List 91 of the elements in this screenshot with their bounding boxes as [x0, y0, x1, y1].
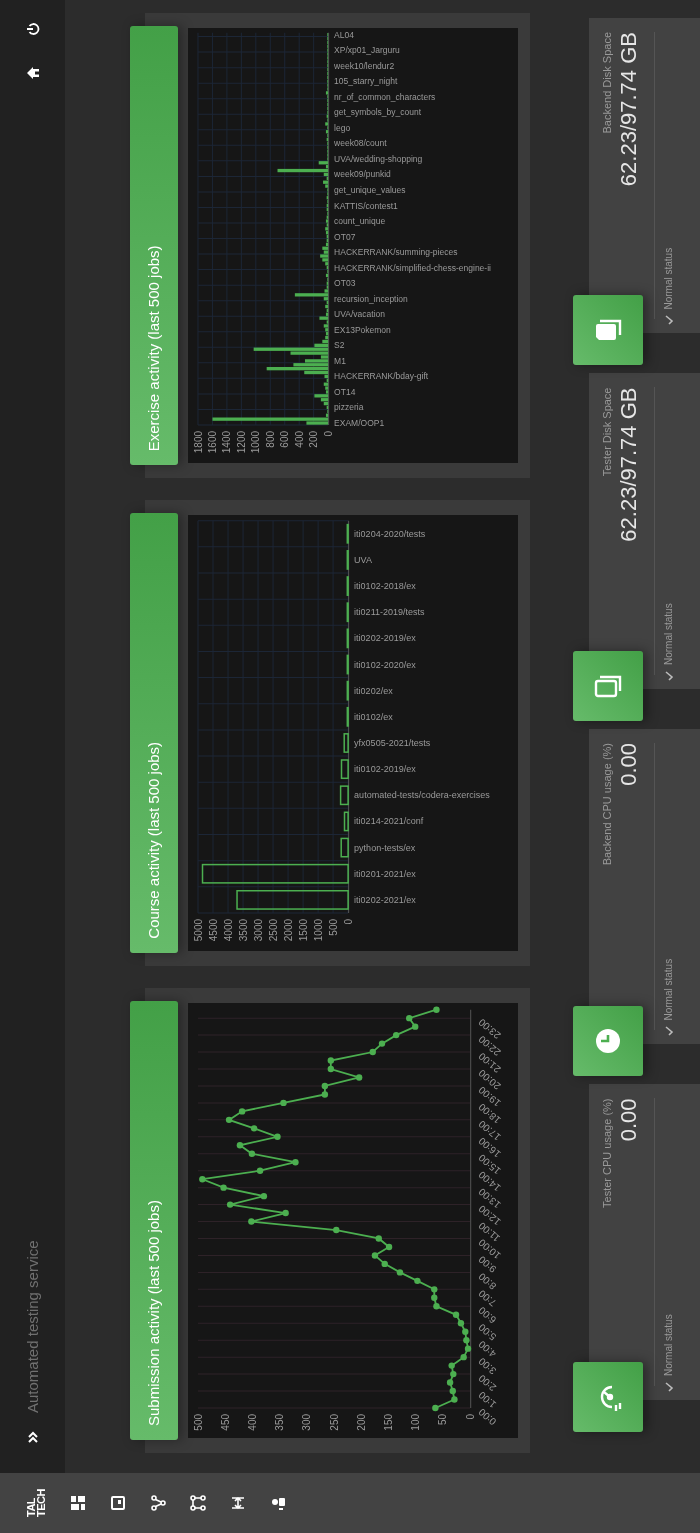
x-tick-label: iti0204-2020/tests [353, 528, 425, 539]
stat-value: 62.23/97.74 GB [616, 32, 642, 187]
x-tick-label: iti0102-2020/ex [353, 659, 416, 670]
y-tick-label: 0 [342, 918, 354, 925]
x-tick-label: EX13Pokemon [333, 325, 391, 336]
x-tick-label: week09/punkid [333, 169, 391, 180]
y-tick-label: 100 [410, 1414, 422, 1431]
x-tick-label: 0:00 [476, 1406, 499, 1428]
y-tick-label: 5000 [192, 918, 204, 941]
y-tick-label: 300 [301, 1414, 313, 1431]
x-tick-label: iti0202-2019/ex [353, 633, 416, 644]
chart-title: Submission activity (last 500 jobs) [130, 1000, 178, 1440]
x-tick-label: iti0214-2021/conf [353, 816, 423, 827]
y-tick-label: 50 [437, 1414, 449, 1426]
y-tick-label: 600 [279, 431, 290, 448]
x-tick-label: OT07 [333, 231, 356, 242]
x-tick-label: S2 [333, 340, 345, 351]
x-tick-label: week08/count [333, 138, 387, 149]
x-tick-label: KATTIS/contest1 [333, 200, 398, 211]
stat-title: Tester CPU usage (%) [601, 1098, 613, 1210]
y-tick-label: 1000 [312, 918, 324, 941]
x-tick-label: count_unique [333, 216, 385, 227]
y-tick-label: 4500 [207, 918, 219, 941]
x-tick-label: week10/lendur2 [333, 61, 394, 72]
x-tick-label: OT03 [333, 278, 356, 289]
x-tick-label: UVA [353, 554, 372, 565]
app-title: Automated testing service [24, 1239, 41, 1413]
x-tick-label: iti0211-2019/tests [353, 606, 425, 617]
x-tick-label: iti0202-2021/ex [353, 894, 416, 905]
x-tick-label: yfx0505-2021/tests [353, 737, 430, 748]
y-tick-label: 350 [273, 1414, 285, 1431]
y-tick-label: 1200 [235, 431, 247, 454]
status-text: Normal status [663, 247, 674, 310]
x-tick-label: HACKERRANK/bday-gift [333, 371, 428, 382]
stat-value: 0.00 [616, 1098, 642, 1142]
x-tick-label: UVA/wedding-shopping [333, 154, 423, 165]
x-tick-label: recursion_inception [333, 294, 408, 305]
x-tick-label: lego [333, 123, 350, 134]
y-tick-label: 450 [219, 1414, 231, 1431]
stat-value: 62.23/97.74 GB [616, 387, 642, 542]
x-tick-label: HACKERRANK/simplified-chess-engine-ii [333, 263, 491, 273]
x-tick-label: AL04 [333, 29, 354, 40]
y-tick-label: 2000 [282, 918, 294, 941]
y-tick-label: 500 [327, 918, 339, 936]
y-tick-label: 150 [382, 1414, 394, 1431]
y-tick-label: 0 [464, 1414, 476, 1420]
x-tick-label: 105_starry_night [333, 76, 398, 87]
y-tick-label: 1000 [250, 431, 262, 454]
x-tick-label: pizzeria [333, 402, 364, 413]
y-tick-label: 1400 [221, 431, 233, 454]
x-tick-label: iti0102/ex [353, 711, 393, 722]
x-tick-label: get_unique_values [333, 185, 406, 196]
status-text: Normal status [663, 603, 674, 665]
stat-value: 0.00 [616, 743, 642, 786]
x-tick-label: EXAM/OOP1 [333, 418, 384, 429]
y-tick-label: 800 [264, 431, 276, 448]
chart-title: Course activity (last 500 jobs) [130, 513, 178, 953]
chart-title: Exercise activity (last 500 jobs) [130, 26, 178, 466]
logo[interactable]: TAL TECH [26, 1489, 46, 1517]
y-tick-label: 0 [322, 431, 334, 437]
x-tick-label: M1 [333, 356, 346, 367]
y-tick-label: 4000 [222, 918, 234, 941]
x-tick-label: iti0102-2018/ex [353, 580, 416, 591]
x-tick-label: get_symbols_by_count [333, 107, 421, 118]
x-tick-label: HACKERRANK/summing-pieces [333, 247, 458, 258]
y-tick-label: 500 [192, 1414, 204, 1431]
y-tick-label: 400 [293, 431, 305, 448]
stat-title: Backend Disk Space [601, 32, 613, 136]
y-tick-label: 1800 [192, 431, 204, 454]
x-tick-label: UVA/vacation [333, 309, 385, 320]
x-tick-label: OT14 [333, 387, 356, 398]
y-tick-label: 200 [355, 1414, 367, 1431]
stat-title: Tester Disk Space [601, 387, 613, 479]
status-text: Normal status [663, 958, 674, 1021]
status-text: Normal status [663, 1314, 674, 1376]
y-tick-label: 3000 [252, 918, 264, 941]
y-tick-label: 400 [246, 1414, 258, 1431]
x-tick-label: iti0102-2019/ex [353, 763, 416, 774]
y-tick-label: 1500 [297, 918, 309, 941]
x-tick-label: nr_of_common_characters [333, 92, 435, 103]
y-tick-label: 250 [328, 1414, 340, 1431]
x-tick-label: python-tests/ex [353, 842, 415, 853]
y-tick-label: 2500 [267, 918, 279, 941]
y-tick-label: 200 [307, 431, 319, 448]
x-tick-label: XP/xp01_Jarguru [333, 45, 400, 56]
x-tick-label: iti0201-2021/ex [353, 868, 416, 879]
y-tick-label: 1600 [206, 431, 218, 454]
y-tick-label: 3500 [237, 918, 249, 941]
stat-title: Backend CPU usage (%) [601, 743, 613, 868]
x-tick-label: iti0202/ex [353, 685, 393, 696]
x-tick-label: automated-tests/codera-exercises [353, 789, 490, 800]
